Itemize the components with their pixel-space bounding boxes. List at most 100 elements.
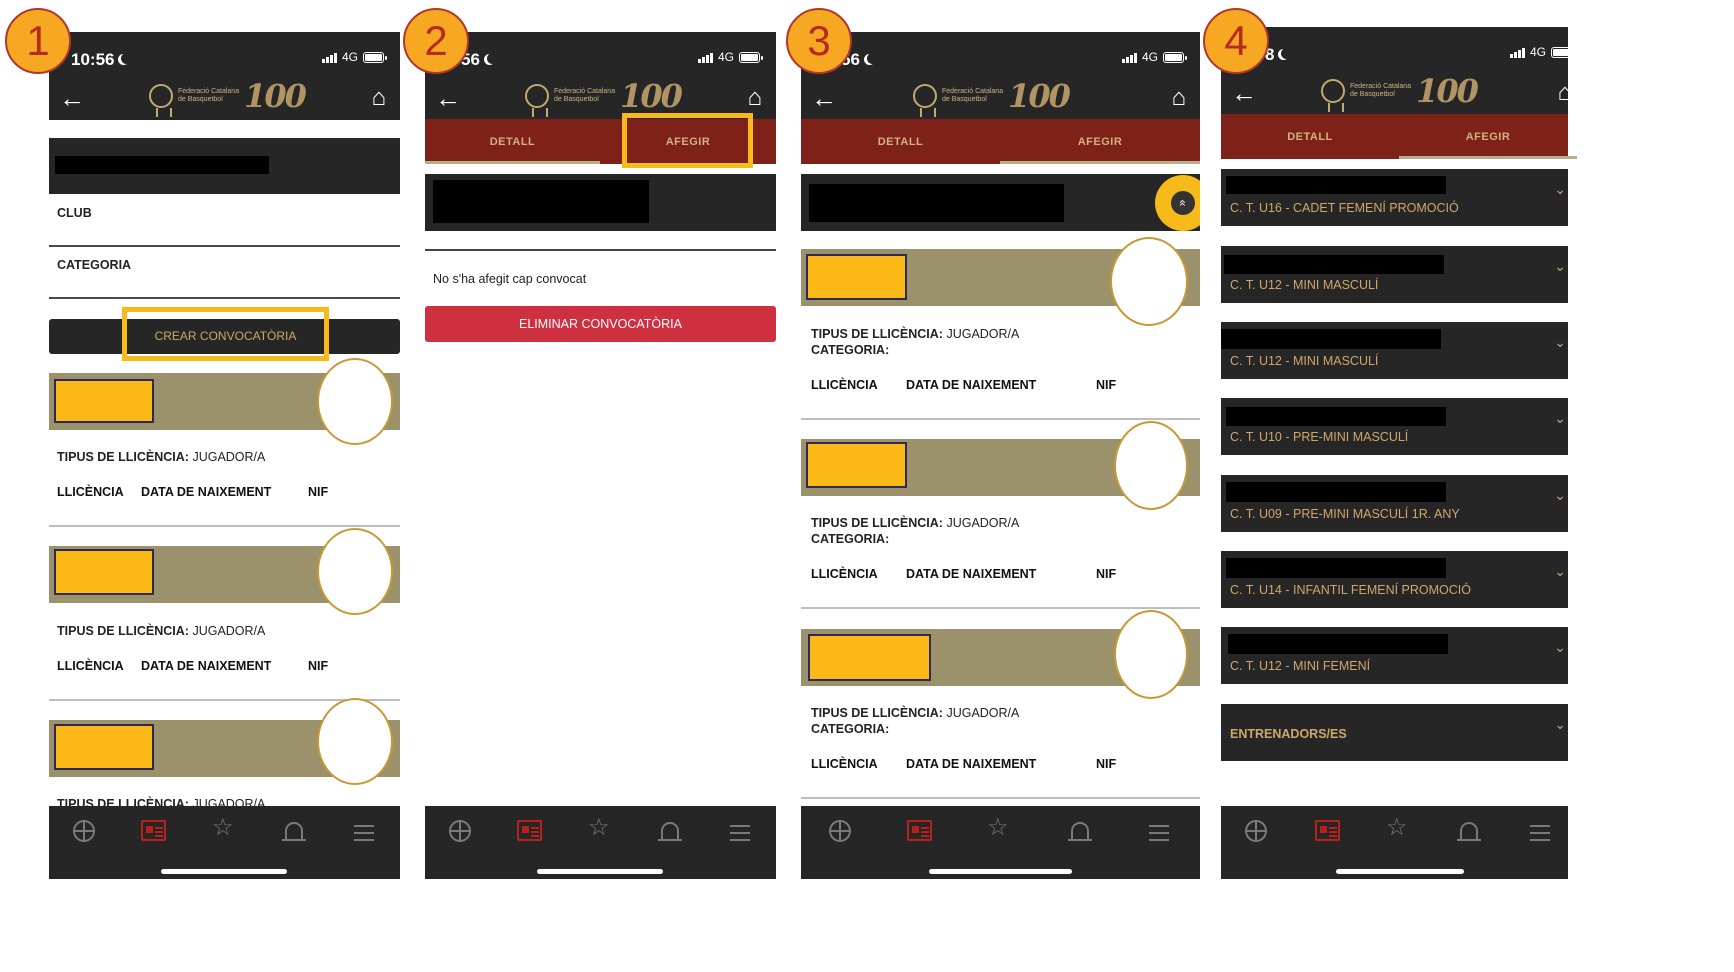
basketball-icon[interactable] (1245, 820, 1267, 842)
back-arrow-icon[interactable]: ← (435, 83, 461, 114)
team-row[interactable]: C. T. U12 - MINI FEMENÍ ⌄ (1221, 627, 1568, 684)
tab-indicator (425, 161, 600, 164)
license-card-icon[interactable] (1315, 820, 1340, 841)
basketball-icon[interactable] (73, 820, 95, 842)
app-header: ← Federació Catalana de Basquetbol 100 ⌂ (49, 77, 400, 120)
team-row[interactable]: C. T. U10 - PRE-MINI MASCULÍ ⌄ (1221, 398, 1568, 455)
logo-emblem-icon (525, 84, 549, 117)
back-arrow-icon[interactable]: ← (59, 83, 85, 114)
team-row[interactable]: C. T. U16 - CADET FEMENÍ PROMOCIÓ ⌄ (1221, 169, 1568, 226)
tab-detall[interactable]: DETALL (1221, 114, 1399, 159)
redacted-team-name (1224, 255, 1444, 274)
redacted-team-name (1226, 558, 1446, 578)
basketball-icon[interactable] (829, 820, 851, 842)
chevron-down-icon: ⌄ (1554, 563, 1566, 579)
menu-icon[interactable] (1149, 822, 1169, 834)
basketball-icon[interactable] (449, 820, 471, 842)
bell-icon[interactable] (1457, 822, 1481, 841)
license-card-icon[interactable] (907, 820, 932, 841)
chevron-down-icon: ⌄ (1554, 181, 1566, 197)
chevron-down-icon: ⌄ (1554, 258, 1566, 274)
bell-icon[interactable] (282, 822, 306, 841)
home-indicator (537, 869, 663, 874)
signal-icon (1509, 47, 1525, 58)
coaches-row[interactable]: ENTRENADORS/ES ⌄ (1221, 704, 1568, 761)
back-arrow-icon[interactable]: ← (1231, 78, 1257, 109)
redacted-team-name (1226, 176, 1446, 194)
divider (49, 525, 400, 527)
license-card-icon[interactable] (517, 820, 542, 841)
network-type: 4G (717, 50, 734, 64)
home-icon[interactable]: ⌂ (748, 84, 763, 112)
player-photo (317, 528, 393, 615)
back-arrow-icon[interactable]: ← (811, 83, 837, 114)
moon-icon (1281, 48, 1292, 59)
team-row[interactable]: C. T. U09 - PRE-MINI MASCULÍ 1R. ANY ⌄ (1221, 475, 1568, 532)
license-type: TIPUS DE LLICÈNCIA: JUGADOR/A (57, 450, 266, 464)
chevron-down-icon: ⌄ (1554, 716, 1566, 732)
app-header: ← Federació Catalana de Basquetbol 100 ⌂ (801, 77, 1200, 120)
fcbq-logo: Federació Catalana de Basquetbol 100 (913, 77, 1071, 117)
tab-indicator (1000, 161, 1200, 164)
battery-icon (1163, 51, 1187, 63)
bottom-nav: ☆ (801, 806, 1200, 879)
clock: 8 (1265, 45, 1292, 65)
network-type: 4G (341, 50, 358, 64)
tab-detall[interactable]: DETALL (425, 119, 600, 164)
delete-convocatoria-button[interactable]: ELIMINAR CONVOCATÒRIA (425, 306, 776, 342)
team-row[interactable]: C. T. U12 - MINI MASCULÍ ⌄ (1221, 246, 1568, 303)
player-photo (317, 358, 393, 445)
tab-afegir[interactable]: AFEGIR (1399, 114, 1577, 159)
battery-icon (1551, 46, 1575, 58)
redacted-team-name (433, 180, 649, 223)
centenary-logo: 100 (1416, 72, 1479, 110)
logo-emblem-icon (149, 84, 173, 117)
star-icon[interactable]: ☆ (987, 816, 1009, 840)
status-bar: 56 4G (425, 32, 776, 77)
battery-icon (739, 51, 763, 63)
home-indicator (161, 869, 287, 874)
menu-icon[interactable] (1530, 822, 1550, 834)
fcbq-logo: Federació Catalana de Basquetbol 100 (149, 77, 307, 117)
centenary-logo: 100 (1008, 77, 1071, 115)
license-card-icon[interactable] (141, 820, 166, 841)
home-icon[interactable]: ⌂ (1558, 79, 1573, 107)
redacted-team-name (1226, 482, 1446, 502)
network-type: 4G (1529, 45, 1546, 59)
bell-icon[interactable] (658, 822, 682, 841)
screen-1: 10:56 4G ← Federació Catalana de Basquetb… (49, 0, 400, 972)
clock: 10:56 (71, 50, 132, 70)
fcbq-logo: Federació Catalana de Basquetbol 100 (525, 80, 683, 117)
double-chevron-up-icon: « (1171, 191, 1195, 215)
bottom-nav: ☆ (1221, 806, 1568, 879)
divider (801, 797, 1200, 799)
status-bar: 56 4G (801, 32, 1200, 77)
divider (425, 249, 776, 251)
tab-afegir[interactable]: AFEGIR (1000, 119, 1200, 164)
screen-4: 8 4G ← Federació Catalana de Basquetbol 1… (1221, 0, 1734, 972)
home-icon[interactable]: ⌂ (1172, 84, 1187, 112)
redacted-player-name (806, 254, 907, 300)
team-row[interactable]: C. T. U12 - MINI MASCULÍ ⌄ (1221, 322, 1568, 379)
star-icon[interactable]: ☆ (212, 816, 234, 840)
centenary-logo: 100 (244, 77, 307, 115)
home-indicator (929, 869, 1072, 874)
screen-2: 56 4G ← Federació Catalana de Basquetbol … (425, 0, 776, 972)
menu-icon[interactable] (730, 822, 750, 834)
create-convocatoria-label[interactable]: CREAR CONVOCATÒRIA (122, 322, 329, 350)
tab-bar: DETALL AFEGIR (1221, 114, 1577, 159)
tab-detall[interactable]: DETALL (801, 119, 1000, 164)
tab-bar: DETALL AFEGIR (801, 119, 1200, 164)
chevron-down-icon: ⌄ (1554, 410, 1566, 426)
team-row[interactable]: C. T. U14 - INFANTIL FEMENÍ PROMOCIÓ ⌄ (1221, 551, 1568, 608)
player-category: CATEGORIA: (811, 343, 890, 357)
star-icon[interactable]: ☆ (588, 816, 610, 840)
empty-message: No s'ha afegit cap convocat (433, 272, 587, 286)
redacted-team-name (809, 184, 1064, 222)
player-photo (1114, 421, 1188, 510)
home-icon[interactable]: ⌂ (372, 84, 387, 112)
star-icon[interactable]: ☆ (1386, 816, 1408, 840)
redacted-team-name (55, 156, 269, 174)
menu-icon[interactable] (354, 822, 374, 834)
bell-icon[interactable] (1068, 822, 1092, 841)
